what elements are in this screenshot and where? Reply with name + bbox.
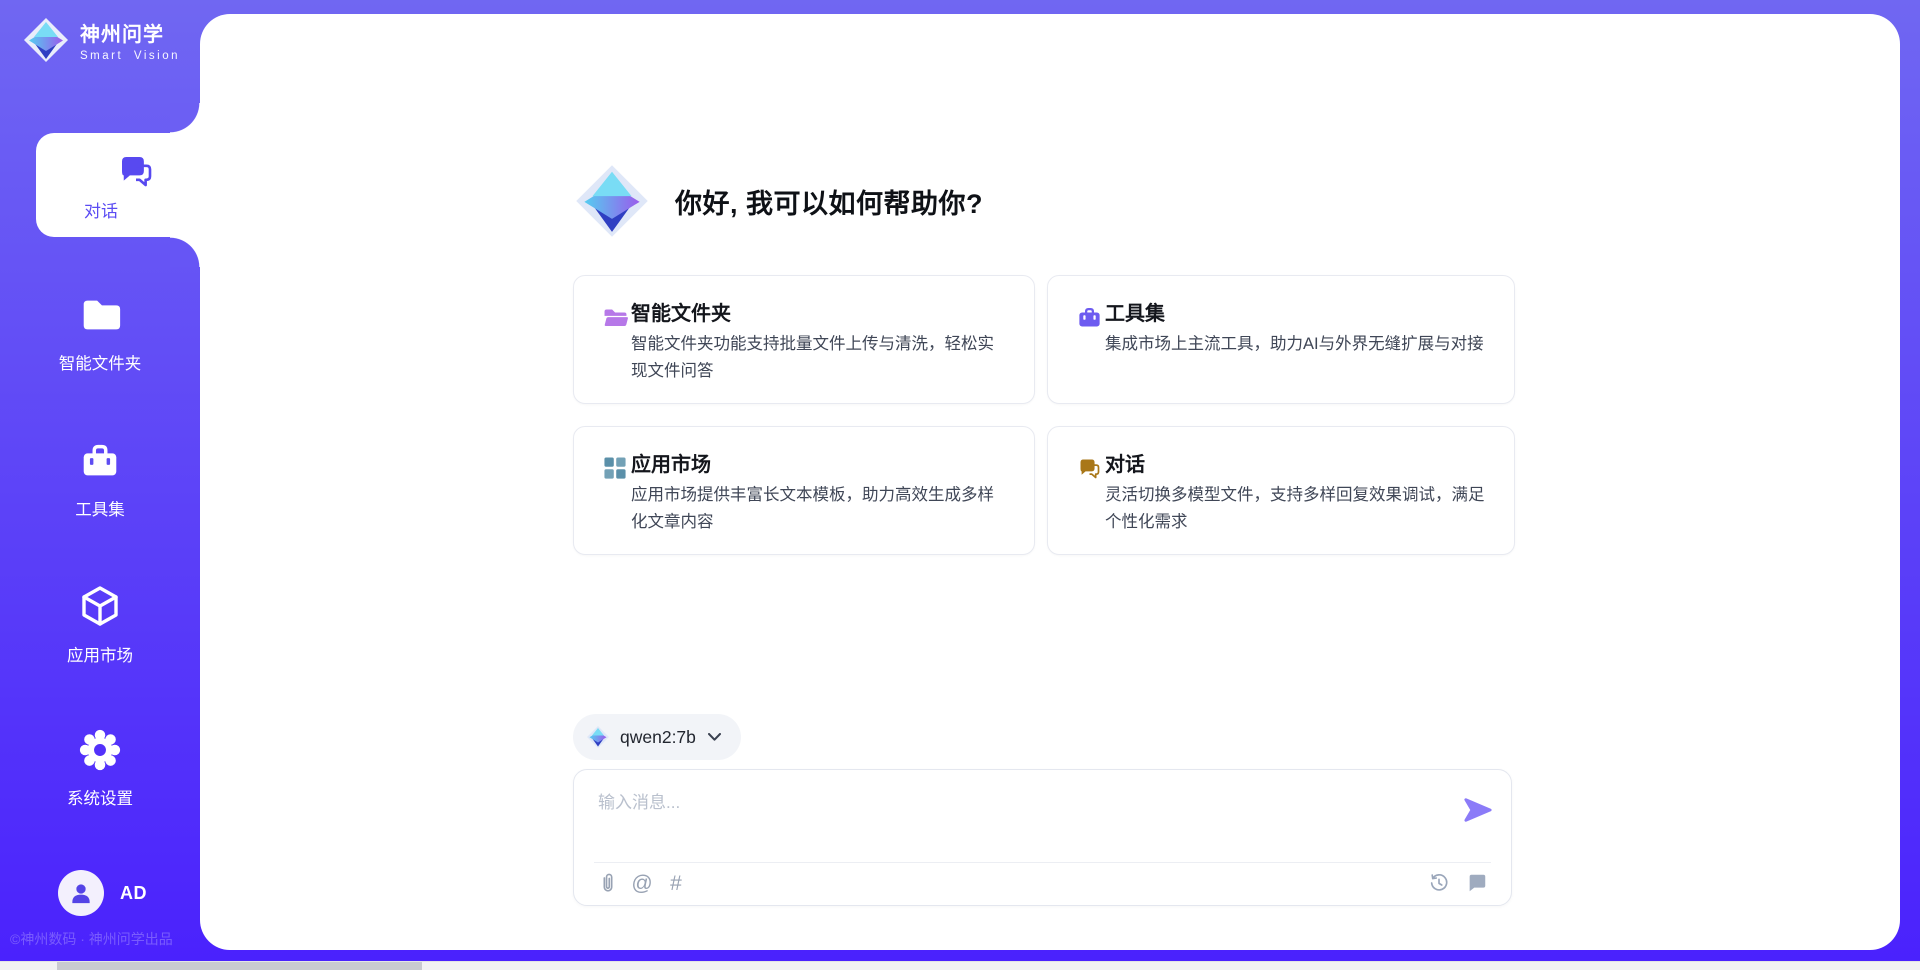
card-description: 智能文件夹功能支持批量文件上传与清洗，轻松实现文件问答 bbox=[631, 331, 1008, 385]
hashtag-button[interactable]: # bbox=[664, 871, 688, 895]
footer-copyright: ©神州数码 · 神州问学出品 bbox=[10, 929, 200, 949]
card-description: 集成市场上主流工具，助力AI与外界无缝扩展与对接 bbox=[1105, 331, 1488, 358]
folder-open-icon bbox=[602, 304, 629, 331]
sidebar-item-settings[interactable]: 系统设置 bbox=[0, 727, 200, 809]
card-title: 智能文件夹 bbox=[631, 297, 731, 326]
greeting-block: 你好, 我可以如何帮助你? bbox=[573, 162, 983, 240]
sidebar-item-label: 应用市场 bbox=[0, 642, 200, 666]
user-initials: AD bbox=[120, 883, 147, 904]
chat-bubble-icon bbox=[1466, 872, 1488, 894]
scrollbar-thumb[interactable] bbox=[57, 962, 422, 970]
history-icon bbox=[1428, 872, 1450, 894]
user-profile[interactable]: AD bbox=[58, 870, 147, 916]
sidebar-item-chat[interactable]: 对话 bbox=[36, 133, 204, 237]
send-icon[interactable] bbox=[1463, 795, 1493, 825]
chat-icon bbox=[115, 150, 157, 192]
toolbox-icon bbox=[77, 438, 123, 484]
sidebar-item-label: 系统设置 bbox=[0, 785, 200, 809]
model-name: qwen2:7b bbox=[620, 727, 696, 748]
card-description: 灵活切换多模型文件，支持多样回复效果调试，满足个性化需求 bbox=[1105, 482, 1488, 536]
history-button[interactable] bbox=[1427, 871, 1451, 895]
card-smart-folder[interactable]: 智能文件夹 智能文件夹功能支持批量文件上传与清洗，轻松实现文件问答 bbox=[573, 275, 1035, 404]
conversation-button[interactable] bbox=[1465, 871, 1489, 895]
folder-icon bbox=[77, 292, 123, 338]
brand-subtitle: Smart Vision bbox=[80, 50, 180, 62]
card-toolset[interactable]: 工具集 集成市场上主流工具，助力AI与外界无缝扩展与对接 bbox=[1047, 275, 1515, 404]
horizontal-scrollbar bbox=[0, 961, 1920, 970]
message-input[interactable] bbox=[598, 788, 1438, 840]
card-title: 应用市场 bbox=[631, 448, 711, 477]
chevron-down-icon bbox=[708, 733, 721, 742]
composer-divider bbox=[594, 862, 1491, 863]
model-selector[interactable]: qwen2:7b bbox=[573, 714, 741, 760]
card-description: 应用市场提供丰富长文本模板，助力高效生成多样化文章内容 bbox=[631, 482, 1008, 536]
sidebar-item-app-market[interactable]: 应用市场 bbox=[0, 582, 200, 666]
card-app-market[interactable]: 应用市场 应用市场提供丰富长文本模板，助力高效生成多样化文章内容 bbox=[573, 426, 1035, 555]
mention-button[interactable]: @ bbox=[630, 871, 654, 895]
brand: 神州问学 Smart Vision bbox=[22, 16, 180, 64]
brand-logo-icon bbox=[22, 16, 70, 64]
tab-curve-top bbox=[170, 103, 200, 133]
cube-icon bbox=[76, 582, 124, 630]
gear-icon bbox=[77, 727, 123, 773]
at-icon: @ bbox=[631, 873, 652, 894]
card-title: 对话 bbox=[1105, 448, 1145, 477]
person-icon bbox=[68, 880, 94, 906]
brand-name: 神州问学 bbox=[80, 18, 180, 47]
sidebar: 神州问学 Smart Vision 对话 智能文件夹 工具集 bbox=[0, 0, 200, 970]
card-title: 工具集 bbox=[1105, 297, 1165, 326]
feature-cards: 智能文件夹 智能文件夹功能支持批量文件上传与清洗，轻松实现文件问答 工具集 集成… bbox=[573, 275, 1515, 555]
sidebar-item-toolset[interactable]: 工具集 bbox=[0, 438, 200, 520]
sidebar-item-label: 工具集 bbox=[0, 496, 200, 520]
hash-icon: # bbox=[670, 873, 682, 894]
chat-icon bbox=[1076, 455, 1103, 482]
briefcase-icon bbox=[1076, 304, 1103, 331]
message-composer: @ # bbox=[573, 769, 1512, 906]
content-area: 你好, 我可以如何帮助你? 智能文件夹 智能文件夹功能支持批量文件上传与清洗，轻… bbox=[200, 14, 1900, 950]
sidebar-item-smart-folder[interactable]: 智能文件夹 bbox=[0, 292, 200, 374]
attach-button[interactable] bbox=[596, 871, 620, 895]
model-logo-icon bbox=[586, 725, 610, 749]
avatar bbox=[58, 870, 104, 916]
card-chat[interactable]: 对话 灵活切换多模型文件，支持多样回复效果调试，满足个性化需求 bbox=[1047, 426, 1515, 555]
tab-curve-bottom bbox=[170, 237, 200, 267]
assistant-logo-icon bbox=[573, 162, 651, 240]
grid-icon bbox=[602, 455, 628, 481]
greeting-title: 你好, 我可以如何帮助你? bbox=[675, 182, 983, 221]
paperclip-icon bbox=[598, 872, 618, 894]
sidebar-item-label: 对话 bbox=[36, 197, 166, 222]
sidebar-item-label: 智能文件夹 bbox=[0, 350, 200, 374]
